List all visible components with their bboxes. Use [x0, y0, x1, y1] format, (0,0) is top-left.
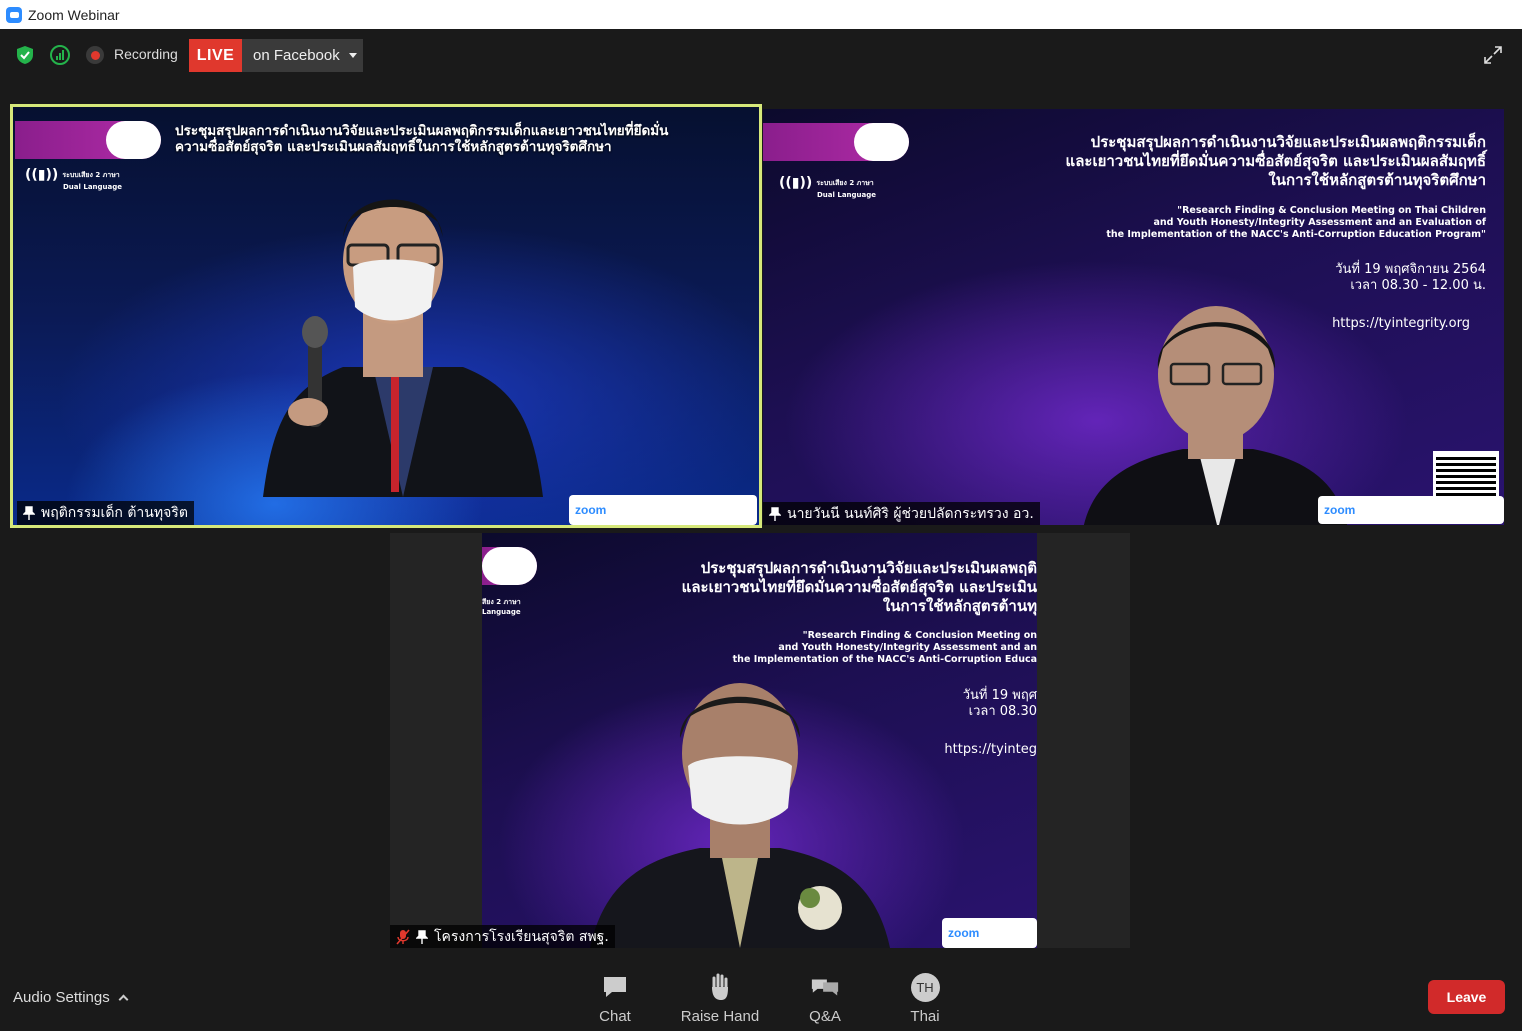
- qa-icon: [810, 972, 840, 1002]
- event-logo-banner: [15, 121, 161, 159]
- language-label: Thai: [910, 1008, 940, 1025]
- zoom-app-icon: [6, 6, 22, 23]
- participant-name: พฤติกรรมเด็ก ต้านทุจริต: [41, 505, 188, 521]
- qa-button[interactable]: Q&A: [780, 972, 870, 1025]
- chevron-up-icon[interactable]: [118, 994, 129, 1005]
- event-english-title: "Research Finding & Conclusion Meeting o…: [1106, 205, 1486, 240]
- pin-icon: [416, 930, 428, 944]
- speaker-video: [590, 683, 890, 948]
- live-target-label: on Facebook: [253, 47, 340, 64]
- participant-name-tag: พฤติกรรมเด็ก ต้านทุจริต: [17, 501, 194, 525]
- chat-label: Chat: [599, 1008, 631, 1025]
- fullscreen-icon[interactable]: [1482, 44, 1504, 66]
- live-stream-control[interactable]: LIVE on Facebook: [189, 39, 363, 72]
- dual-language-label: สียง 2 ภาษา Language: [482, 598, 521, 616]
- dual-language-label: ((▮)) ระบบเสียง 2 ภาษา Dual Language: [779, 175, 876, 199]
- live-target-dropdown[interactable]: on Facebook: [242, 39, 363, 72]
- participant-name: นายวันนี นนท์ศิริ ผู้ช่วยปลัดกระทรวง อว.: [787, 506, 1034, 522]
- speaker-video: [263, 199, 543, 497]
- audio-settings-label: Audio Settings: [13, 989, 110, 1006]
- mic-muted-icon: [396, 929, 410, 945]
- raise-hand-icon: [705, 972, 735, 1002]
- leave-button[interactable]: Leave: [1428, 980, 1505, 1014]
- recording-label: Recording: [114, 46, 178, 62]
- event-title: ประชุมสรุปผลการดำเนินงานวิจัยและประเมินผ…: [1065, 133, 1486, 189]
- zoom-webinar-strip: zoom: [569, 495, 757, 525]
- raise-hand-button[interactable]: Raise Hand: [675, 972, 765, 1025]
- video-tile-active-speaker[interactable]: ประชุมสรุปผลการดำเนินงานวิจัยและประเมินผ…: [10, 104, 762, 528]
- participant-name-tag: นายวันนี นนท์ศิริ ผู้ช่วยปลัดกระทรวง อว.: [763, 502, 1040, 525]
- encryption-shield-icon[interactable]: [15, 45, 35, 65]
- webinar-main: Recording LIVE on Facebook ประชุมสรุปผลก…: [0, 29, 1522, 1031]
- participant-name: โครงการโรงเรียนสุจริต สพฐ.: [434, 929, 609, 945]
- event-title: ประชุมสรุปผลการดำเนินงานวิจัยและประเมินผ…: [175, 123, 669, 156]
- event-title: ประชุมสรุปผลการดำเนินงานวิจัยและประเมินผ…: [681, 559, 1037, 615]
- live-badge: LIVE: [189, 39, 242, 72]
- pin-icon: [769, 507, 781, 521]
- zoom-webinar-strip: zoom: [1318, 496, 1504, 524]
- pin-icon: [23, 506, 35, 520]
- language-badge: TH: [910, 972, 940, 1002]
- chat-icon: [600, 972, 630, 1002]
- window-titlebar: Zoom Webinar: [0, 0, 1522, 29]
- chat-button[interactable]: Chat: [570, 972, 660, 1025]
- language-badge-icon: TH: [910, 972, 940, 1002]
- meeting-toolbar: Audio Settings Chat Raise Hand Q&A TH Th…: [0, 969, 1522, 1031]
- caret-down-icon: [348, 53, 357, 58]
- zoom-webinar-strip: zoom: [942, 918, 1037, 948]
- video-tile[interactable]: ประชุมสรุปผลการดำเนินงานวิจัยและประเมินผ…: [763, 109, 1504, 525]
- window-title: Zoom Webinar: [28, 6, 120, 23]
- participant-name-tag: โครงการโรงเรียนสุจริต สพฐ.: [390, 925, 615, 948]
- interpretation-button[interactable]: TH Thai: [880, 972, 970, 1025]
- qa-label: Q&A: [809, 1008, 841, 1025]
- connection-signal-icon[interactable]: [50, 45, 70, 65]
- audio-settings-button[interactable]: Audio Settings: [13, 989, 129, 1006]
- recording-icon: [86, 46, 104, 64]
- video-tile[interactable]: ประชุมสรุปผลการดำเนินงานวิจัยและประเมินผ…: [390, 533, 1130, 948]
- speaker-video: [1084, 306, 1347, 525]
- raise-hand-label: Raise Hand: [680, 1008, 760, 1025]
- top-status-bar: Recording LIVE on Facebook: [0, 29, 1522, 83]
- dual-language-label: ((▮)) ระบบเสียง 2 ภาษา Dual Language: [25, 167, 122, 191]
- event-logo-banner: [482, 547, 537, 585]
